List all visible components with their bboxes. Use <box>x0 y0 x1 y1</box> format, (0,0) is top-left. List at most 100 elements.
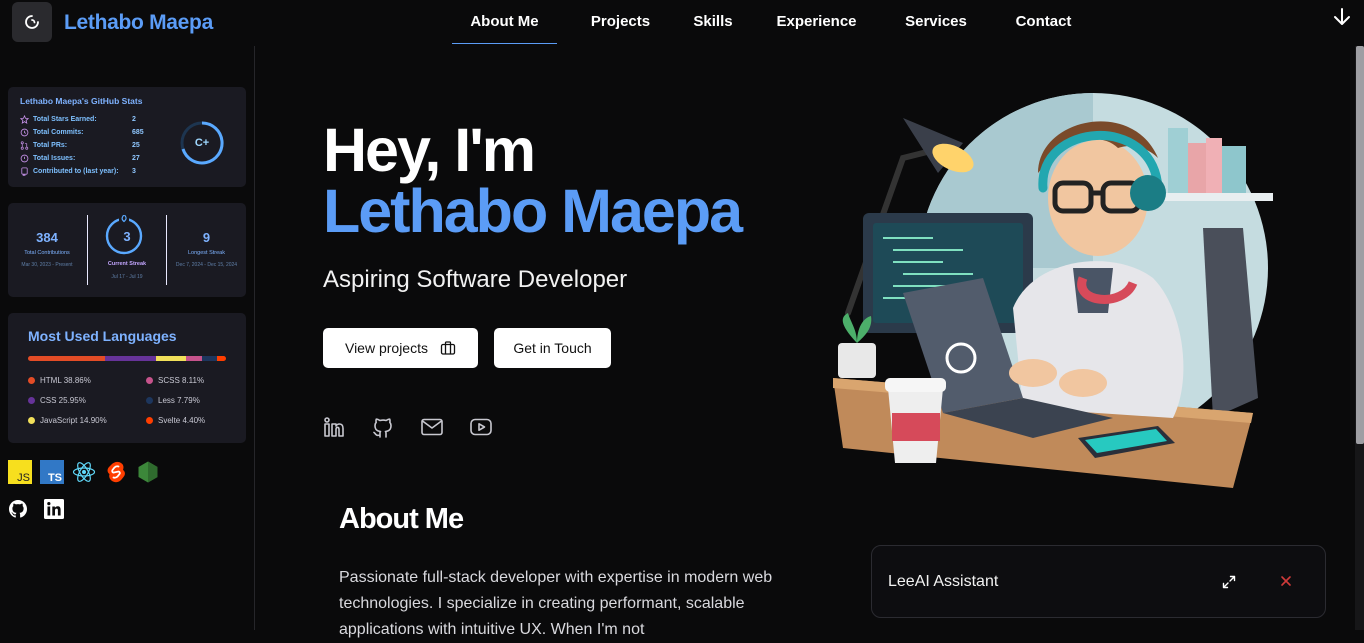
about-heading: About Me <box>339 503 464 535</box>
about-text: Passionate full-stack developer with exp… <box>339 569 773 638</box>
brand-name[interactable]: Lethabo Maepa <box>64 11 213 35</box>
view-projects-button[interactable]: View projects <box>323 328 478 368</box>
streak-total: 384 Total Contributions Mar 30, 2023 - P… <box>8 203 86 297</box>
stat-label: Total Issues: <box>33 155 76 162</box>
pull-request-icon <box>20 141 29 150</box>
streak-current-label: Current Streak <box>107 261 147 267</box>
scrollbar-thumb[interactable] <box>1356 46 1364 444</box>
language-bar-segment <box>185 356 202 361</box>
stat-row: Total Issues: 27 <box>20 154 140 163</box>
briefcase-icon <box>440 341 456 355</box>
hero-social-links <box>322 415 493 439</box>
sidebar: Lethabo Maepa's GitHub Stats Total Stars… <box>0 46 255 630</box>
clock-icon <box>20 128 29 137</box>
linkedin-icon[interactable] <box>322 415 346 439</box>
nav-experience[interactable]: Experience <box>742 0 891 44</box>
streak-total-value: 384 <box>36 230 58 245</box>
stat-value: 685 <box>132 129 144 136</box>
streak-longest-value: 9 <box>202 230 211 245</box>
language-item: CSS 25.95% <box>28 396 86 405</box>
github-icon[interactable] <box>8 499 28 519</box>
streak-current-range: Jul 17 - Jul 19 <box>111 274 143 280</box>
language-item: HTML 38.86% <box>28 376 91 385</box>
streak-current: 3 Current Streak Jul 17 - Jul 19 <box>88 203 166 297</box>
language-dot <box>146 417 153 424</box>
grade-label: C+ <box>194 137 210 149</box>
language-dot <box>146 377 153 384</box>
youtube-icon[interactable] <box>469 415 493 439</box>
languages-bar <box>28 356 226 361</box>
view-projects-label: View projects <box>344 340 428 356</box>
nav-contact[interactable]: Contact <box>981 0 1106 44</box>
main-nav: About Me Projects Skills Experience Serv… <box>452 0 1106 44</box>
star-icon <box>20 115 29 124</box>
site-header: Lethabo Maepa About Me Projects Skills E… <box>0 0 1364 46</box>
svg-text:JS: JS <box>17 472 30 484</box>
languages-title: Most Used Languages <box>28 328 177 344</box>
language-dot <box>28 417 35 424</box>
stat-label: Contributed to (last year): <box>33 168 119 175</box>
stat-row: Total Stars Earned: 2 <box>20 115 136 124</box>
language-item: Svelte 4.40% <box>146 416 205 425</box>
language-label: Svelte 4.40% <box>158 416 206 425</box>
streak-longest-label: Longest Streak <box>188 250 225 256</box>
issue-icon <box>20 154 29 163</box>
linkedin-icon[interactable] <box>44 499 64 519</box>
language-dot <box>28 397 35 404</box>
language-bar-segment <box>28 356 105 361</box>
mail-icon[interactable] <box>420 415 444 439</box>
refresh-icon <box>25 15 39 29</box>
close-icon[interactable] <box>1279 574 1293 588</box>
language-label: Less 7.79% <box>158 396 200 405</box>
nodejs-icon <box>138 461 158 483</box>
hero-subtitle: Aspiring Software Developer <box>323 266 628 293</box>
theme-toggle-button[interactable] <box>12 2 52 42</box>
streak-longest: 9 Longest Streak Dec 7, 2024 - Dec 15, 2… <box>167 203 246 297</box>
svelte-icon <box>107 461 125 483</box>
language-bar-segment <box>201 356 218 361</box>
language-label: HTML 38.86% <box>40 376 91 385</box>
nav-services[interactable]: Services <box>891 0 981 44</box>
stat-value: 2 <box>132 116 136 123</box>
github-icon[interactable] <box>371 415 395 439</box>
assistant-widget[interactable]: LeeAI Assistant <box>871 545 1326 618</box>
stat-row: Total PRs: 25 <box>20 141 140 150</box>
arrow-down-icon[interactable] <box>1331 6 1353 28</box>
language-item: JavaScript 14.90% <box>28 416 107 425</box>
stat-label: Total PRs: <box>33 142 68 149</box>
stat-row: Total Commits: 685 <box>20 128 144 137</box>
nav-skills[interactable]: Skills <box>684 0 742 44</box>
nav-about[interactable]: About Me <box>452 0 557 44</box>
tech-stack-icons: JS TS <box>8 460 160 484</box>
get-in-touch-button[interactable]: Get in Touch <box>494 328 611 368</box>
streak-total-range: Mar 30, 2023 - Present <box>21 262 73 268</box>
stat-value: 25 <box>132 142 140 149</box>
language-dot <box>28 377 35 384</box>
stat-value: 27 <box>132 155 140 162</box>
stat-label: Total Stars Earned: <box>33 116 97 123</box>
streak-longest-range: Dec 7, 2024 - Dec 15, 2024 <box>175 262 238 268</box>
repo-icon <box>21 167 28 176</box>
assistant-title: LeeAI Assistant <box>888 573 999 590</box>
svg-text:TS: TS <box>48 472 62 484</box>
language-label: CSS 25.95% <box>40 396 86 405</box>
react-icon <box>72 462 96 482</box>
language-dot <box>146 397 153 404</box>
stat-value: 3 <box>132 168 136 175</box>
hero-name: Lethabo Maepa <box>323 177 743 245</box>
streak-current-value: 3 <box>123 229 131 244</box>
nav-projects[interactable]: Projects <box>557 0 684 44</box>
language-bar-segment <box>156 356 186 361</box>
language-bar-segment <box>104 356 157 361</box>
language-label: JavaScript 14.90% <box>40 416 107 425</box>
language-label: SCSS 8.11% <box>158 376 205 385</box>
get-in-touch-label: Get in Touch <box>513 340 592 356</box>
languages-card: Most Used Languages HTML 38.86% CSS 25.9… <box>8 313 246 443</box>
github-stats-title: Lethabo Maepa's GitHub Stats <box>20 96 143 106</box>
streak-card: 384 Total Contributions Mar 30, 2023 - P… <box>8 203 246 297</box>
stat-label: Total Commits: <box>33 129 84 136</box>
github-stats-card: Lethabo Maepa's GitHub Stats Total Stars… <box>8 87 246 187</box>
expand-icon[interactable] <box>1221 574 1237 590</box>
language-item: Less 7.79% <box>146 396 200 405</box>
hero-greeting: Hey, I'm <box>323 116 536 184</box>
